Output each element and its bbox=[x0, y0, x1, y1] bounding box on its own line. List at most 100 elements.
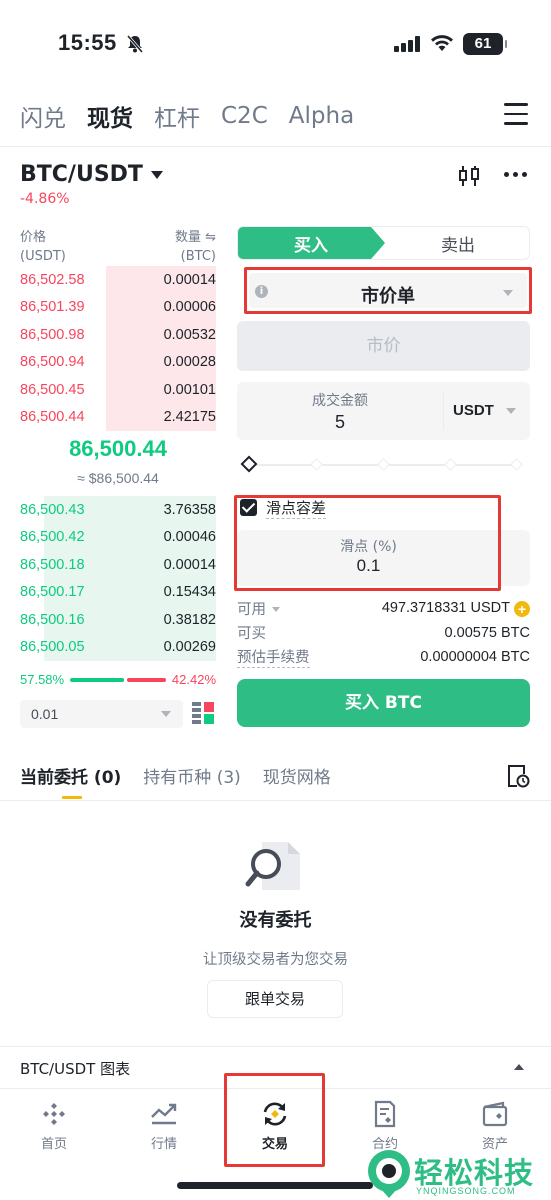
futures-document-icon bbox=[374, 1100, 396, 1128]
nav-assets[interactable]: 资产 bbox=[455, 1099, 535, 1152]
divider bbox=[0, 146, 551, 147]
sell-ratio-bar bbox=[126, 677, 166, 682]
nav-market-label: 行情 bbox=[150, 1137, 177, 1152]
fee-row: 预估手续费 0.00000004 BTC bbox=[237, 646, 530, 668]
bid-qty: 0.00014 bbox=[163, 556, 216, 573]
ask-price: 86,500.94 bbox=[20, 354, 85, 371]
status-bar: 15:55 61 bbox=[0, 0, 551, 90]
signal-icon bbox=[394, 36, 420, 52]
available-value: 497.3718331 USDT bbox=[381, 600, 510, 616]
bid-price: 86,500.17 bbox=[20, 584, 85, 601]
chevron-up-icon bbox=[514, 1064, 524, 1070]
buy-btc-button[interactable]: 买入 BTC bbox=[237, 679, 530, 727]
depth-step-select[interactable]: 0.01 bbox=[20, 700, 183, 728]
amount-input[interactable]: 成交金额 5 USDT bbox=[237, 382, 530, 440]
amount-unit-select[interactable]: USDT bbox=[453, 402, 494, 419]
amount-value[interactable]: 5 bbox=[237, 412, 443, 433]
order-type-select[interactable]: i 市价单 bbox=[244, 267, 532, 314]
ask-price: 86,500.45 bbox=[20, 381, 85, 398]
sell-tab[interactable]: 卖出 bbox=[386, 227, 529, 259]
last-price[interactable]: 86,500.44 bbox=[20, 436, 216, 462]
tab-convert[interactable]: 闪兑 bbox=[20, 99, 66, 133]
trade-nav-highlight bbox=[224, 1073, 325, 1167]
trade-mode-tabs: 闪兑 现货 杠杆 C2C Alpha bbox=[20, 98, 354, 134]
available-label: 可用 bbox=[237, 602, 266, 618]
ask-row[interactable]: 86,500.45 0.00101 bbox=[20, 376, 216, 404]
bid-row[interactable]: 86,500.42 0.00046 bbox=[20, 523, 216, 551]
qty-unit-label: (BTC) bbox=[180, 249, 216, 264]
order-history-icon[interactable] bbox=[506, 764, 530, 788]
add-funds-icon[interactable]: + bbox=[514, 601, 530, 617]
bid-row[interactable]: 86,500.18 0.00014 bbox=[20, 551, 216, 579]
buy-tab[interactable]: 买入 bbox=[238, 227, 385, 259]
bid-price: 86,500.42 bbox=[20, 529, 85, 546]
divider bbox=[443, 392, 444, 430]
slider-tick-25[interactable] bbox=[310, 458, 323, 471]
fee-value: 0.00000004 BTC bbox=[420, 649, 530, 665]
slider-tick-100[interactable] bbox=[510, 458, 523, 471]
battery-icon: 61 bbox=[463, 33, 507, 55]
ask-price: 86,501.39 bbox=[20, 299, 85, 316]
buy-sell-toggle: 买入 卖出 bbox=[237, 226, 530, 260]
watermark-icon bbox=[368, 1150, 410, 1198]
slider-tick-50[interactable] bbox=[377, 458, 390, 471]
home-indicator bbox=[177, 1182, 373, 1189]
fee-label[interactable]: 预估手续费 bbox=[237, 646, 310, 668]
slippage-highlight bbox=[234, 495, 501, 591]
ask-qty: 0.00532 bbox=[163, 326, 216, 343]
tab-alpha[interactable]: Alpha bbox=[289, 103, 354, 129]
ask-qty: 0.00006 bbox=[163, 299, 216, 316]
bid-price: 86,500.16 bbox=[20, 611, 85, 628]
ask-row[interactable]: 86,500.94 0.00028 bbox=[20, 348, 216, 376]
chevron-down-icon bbox=[150, 170, 163, 179]
ask-qty: 0.00028 bbox=[163, 354, 216, 371]
orderbook-layout-icon[interactable] bbox=[192, 702, 214, 724]
ask-row[interactable]: 86,500.44 2.42175 bbox=[20, 403, 216, 431]
ask-row[interactable]: 86,502.58 0.00014 bbox=[20, 266, 216, 294]
tab-margin[interactable]: 杠杆 bbox=[154, 99, 200, 133]
candlestick-chart-icon[interactable] bbox=[457, 164, 481, 188]
tab-spot-grid[interactable]: 现货网格 bbox=[263, 763, 331, 788]
nav-futures[interactable]: 合约 bbox=[345, 1099, 425, 1152]
buy-ratio-bar bbox=[70, 677, 124, 682]
slider-tick-75[interactable] bbox=[444, 458, 457, 471]
bid-row[interactable]: 86,500.05 0.00269 bbox=[20, 633, 216, 661]
bid-row[interactable]: 86,500.16 0.38182 bbox=[20, 606, 216, 634]
order-type-field: i 市价单 bbox=[249, 273, 527, 308]
tab-c2c[interactable]: C2C bbox=[221, 103, 268, 129]
bid-row[interactable]: 86,500.43 3.76358 bbox=[20, 496, 216, 524]
empty-search-icon bbox=[245, 842, 300, 890]
bid-qty: 0.00269 bbox=[163, 639, 216, 656]
ask-price: 86,500.44 bbox=[20, 409, 85, 426]
nav-home[interactable]: 首页 bbox=[14, 1099, 94, 1152]
ask-row[interactable]: 86,501.39 0.00006 bbox=[20, 293, 216, 321]
price-change: -4.86% bbox=[20, 191, 70, 207]
chevron-down-icon bbox=[161, 711, 171, 717]
asks-list: 86,502.58 0.00014 86,501.39 0.00006 86,500.9… bbox=[20, 266, 216, 431]
pair-selector[interactable]: BTC/USDT bbox=[20, 162, 163, 187]
tab-open-orders[interactable]: 当前委托 (0) bbox=[20, 763, 121, 788]
ask-qty: 0.00101 bbox=[163, 381, 216, 398]
amount-slider[interactable] bbox=[240, 455, 523, 475]
orderbook-qty-header[interactable]: 数量 ⇋ (BTC) bbox=[120, 228, 216, 266]
can-buy-row: 可买 0.00575 BTC bbox=[237, 622, 530, 643]
tab-holdings[interactable]: 持有币种 (3) bbox=[143, 763, 240, 788]
watermark-subtext: YNQINGSONG.COM bbox=[416, 1186, 516, 1196]
ask-qty: 0.00014 bbox=[163, 271, 216, 288]
bell-muted-icon bbox=[126, 35, 144, 53]
tab-spot[interactable]: 现货 bbox=[87, 99, 133, 133]
more-options-icon[interactable] bbox=[504, 172, 527, 177]
order-type-value: 市价单 bbox=[361, 286, 415, 307]
copy-trade-button[interactable]: 跟单交易 bbox=[207, 980, 343, 1018]
home-diamond-icon bbox=[43, 1103, 65, 1125]
available-label-wrap[interactable]: 可用 bbox=[237, 598, 280, 619]
nav-market[interactable]: 行情 bbox=[124, 1099, 204, 1152]
bid-qty: 0.38182 bbox=[163, 611, 216, 628]
ask-row[interactable]: 86,500.98 0.00532 bbox=[20, 321, 216, 349]
last-price-usd: ≈ $86,500.44 bbox=[77, 470, 159, 486]
hamburger-menu-icon[interactable] bbox=[504, 103, 528, 125]
bid-row[interactable]: 86,500.17 0.15434 bbox=[20, 578, 216, 606]
wallet-icon bbox=[482, 1101, 508, 1127]
slider-handle[interactable] bbox=[240, 455, 258, 473]
ratio-bar bbox=[70, 677, 166, 682]
